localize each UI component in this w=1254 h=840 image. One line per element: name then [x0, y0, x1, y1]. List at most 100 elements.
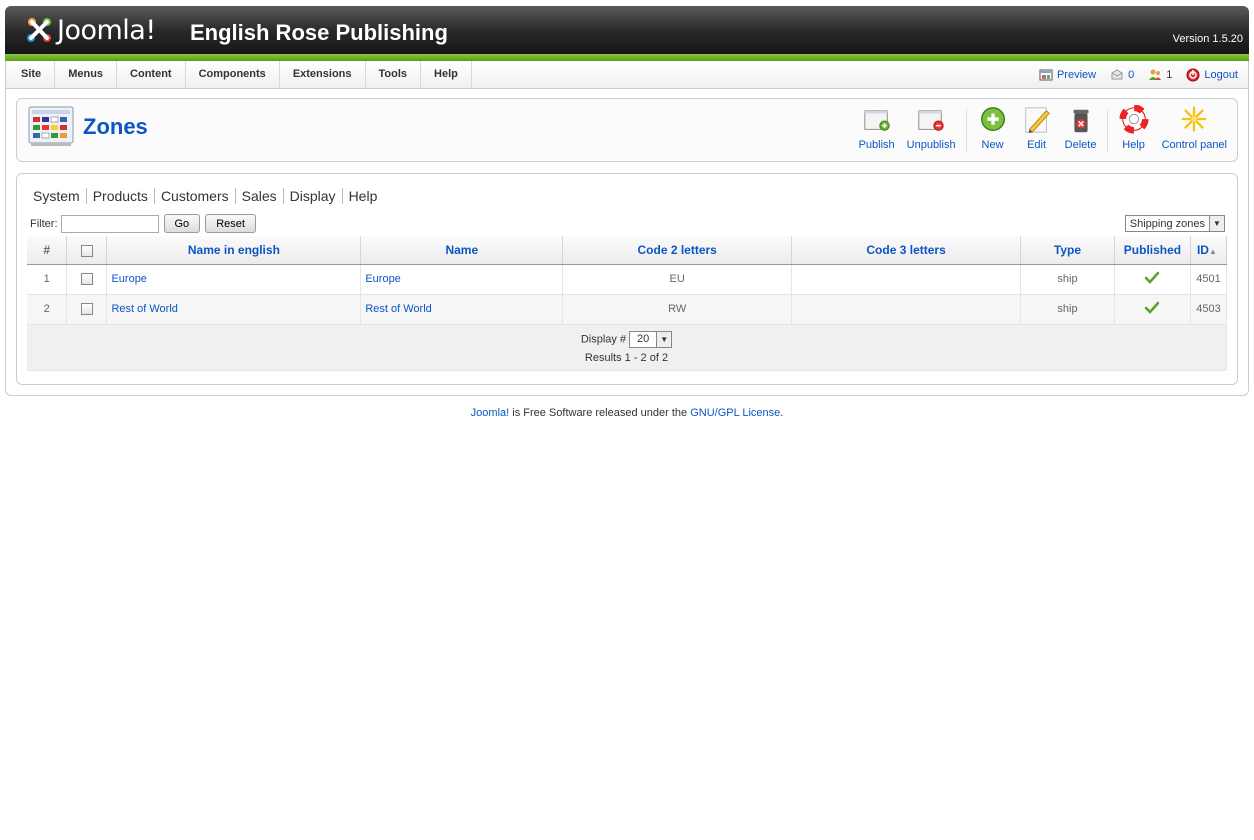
publish-label: Publish: [858, 139, 895, 151]
zones-flags-icon: [28, 106, 74, 146]
help-button[interactable]: Help: [1112, 105, 1156, 157]
filter-row: Filter: Go Reset: [30, 214, 256, 233]
users-icon: [1149, 69, 1162, 80]
joomla-link[interactable]: Joomla!: [471, 407, 510, 419]
filter-input[interactable]: [60, 214, 159, 233]
row-checkbox[interactable]: [80, 303, 93, 316]
menu-menus[interactable]: Menus: [55, 61, 118, 88]
help-label: Help: [1122, 139, 1145, 151]
publish-icon: [863, 110, 890, 131]
row-name-english-link[interactable]: Rest of World: [111, 303, 177, 315]
row-code2: EU: [562, 264, 793, 295]
reset-button[interactable]: Reset: [205, 214, 256, 233]
menu-help[interactable]: Help: [421, 61, 472, 88]
menu-content[interactable]: Content: [117, 61, 186, 88]
preview-link[interactable]: Preview: [1039, 68, 1096, 82]
zones-table: # Name in english Name Code 2 letters Co…: [27, 236, 1228, 371]
menubar: Site Menus Content Components Extensions…: [5, 61, 1249, 89]
edit-label: Edit: [1027, 139, 1047, 151]
display-count-select[interactable]: 20 ▼: [629, 330, 673, 348]
filter-label: Filter:: [30, 217, 58, 230]
add-circle-icon: [980, 107, 1005, 132]
display-label: Display #: [580, 332, 627, 345]
go-button[interactable]: Go: [163, 214, 201, 233]
joomla-logo-text: Joomla!: [57, 14, 156, 46]
row-id: 4501: [1190, 264, 1228, 295]
toolbar-divider: [965, 109, 967, 153]
row-name-english: Rest of World: [106, 294, 362, 325]
admin-header: Joomla! English Rose Publishing Version …: [5, 6, 1249, 61]
toolbar-box: Zones Publish Unpublish New Edit Delete …: [16, 98, 1238, 162]
submenu: System Products Customers Sales Display …: [33, 188, 383, 204]
control-panel-label: Control panel: [1161, 139, 1227, 151]
license-link[interactable]: GNU/GPL License: [690, 407, 780, 419]
submenu-help[interactable]: Help: [341, 188, 384, 204]
row-name: Europe: [360, 264, 564, 295]
check-all-checkbox[interactable]: [80, 244, 93, 257]
page-footer: Joomla! is Free Software released under …: [0, 407, 1254, 419]
edit-button[interactable]: Edit: [1015, 105, 1059, 157]
submenu-sales[interactable]: Sales: [234, 188, 283, 204]
menu-site[interactable]: Site: [8, 61, 56, 88]
delete-button[interactable]: Delete: [1059, 105, 1103, 157]
row-name-english-link[interactable]: Europe: [111, 273, 146, 285]
unpublish-button[interactable]: Unpublish: [901, 105, 962, 157]
row-id: 4503: [1190, 294, 1228, 325]
control-panel-star-icon: [1181, 106, 1207, 132]
results-count: Results 1 - 2 of 2: [584, 351, 669, 364]
col-name-english[interactable]: Name in english: [106, 236, 362, 265]
messages-status[interactable]: 0: [1110, 68, 1134, 82]
new-button[interactable]: New: [971, 105, 1015, 157]
joomla-logo: Joomla!: [23, 12, 156, 48]
row-name-link[interactable]: Europe: [365, 273, 400, 285]
col-type[interactable]: Type: [1020, 236, 1115, 265]
submenu-customers[interactable]: Customers: [153, 188, 235, 204]
row-select: [66, 264, 108, 295]
row-type: ship: [1020, 294, 1115, 325]
col-code2[interactable]: Code 2 letters: [562, 236, 793, 265]
row-checkbox[interactable]: [80, 273, 93, 286]
joomla-logo-icon: [27, 18, 51, 42]
content-box: System Products Customers Sales Display …: [16, 173, 1238, 385]
table-row: 1 Europe Europe EU ship 4501: [27, 264, 1228, 295]
submenu-products[interactable]: Products: [85, 188, 154, 204]
status-bar: Preview 0 1 Logout: [1039, 61, 1238, 88]
toolbar-divider: [1106, 109, 1108, 153]
users-status[interactable]: 1: [1148, 68, 1172, 82]
row-name-link[interactable]: Rest of World: [365, 303, 431, 315]
zone-type-select[interactable]: Shipping zones ▼: [1124, 215, 1225, 232]
col-code3[interactable]: Code 3 letters: [791, 236, 1022, 265]
col-published[interactable]: Published: [1114, 236, 1191, 265]
col-checkall: [66, 236, 108, 265]
new-label: New: [981, 139, 1004, 151]
submenu-display[interactable]: Display: [282, 188, 342, 204]
menu-components[interactable]: Components: [186, 61, 280, 88]
chevron-down-icon: ▼: [1209, 216, 1224, 231]
logout-link[interactable]: Logout: [1186, 68, 1238, 82]
row-published: [1114, 264, 1191, 295]
logout-label: Logout: [1204, 68, 1238, 81]
table-row: 2 Rest of World Rest of World RW ship 45…: [27, 294, 1228, 325]
table-footer-row: Display # 20 ▼ Results 1 - 2 of 2: [27, 323, 1227, 371]
col-id[interactable]: ID▲: [1190, 236, 1228, 265]
publish-button[interactable]: Publish: [853, 105, 901, 157]
published-check-icon[interactable]: [1144, 271, 1160, 285]
col-name[interactable]: Name: [360, 236, 564, 265]
sort-asc-icon: ▲: [1208, 246, 1217, 256]
menu-extensions[interactable]: Extensions: [280, 61, 366, 88]
submenu-system[interactable]: System: [33, 188, 86, 204]
delete-label: Delete: [1064, 139, 1097, 151]
row-select: [66, 294, 108, 325]
table-header-row: # Name in english Name Code 2 letters Co…: [27, 236, 1228, 265]
page-header: Zones: [27, 105, 148, 149]
lifebuoy-icon: [1119, 105, 1149, 134]
footer-text: is Free Software released under the: [509, 407, 691, 419]
menu-tools[interactable]: Tools: [366, 61, 422, 88]
row-code2: RW: [562, 294, 793, 325]
users-count: 1: [1166, 68, 1173, 81]
published-check-icon[interactable]: [1144, 301, 1160, 315]
control-panel-button[interactable]: Control panel: [1156, 105, 1233, 157]
row-num: 1: [27, 264, 68, 295]
footer-end: .: [780, 407, 784, 419]
messages-icon: [1111, 68, 1123, 79]
